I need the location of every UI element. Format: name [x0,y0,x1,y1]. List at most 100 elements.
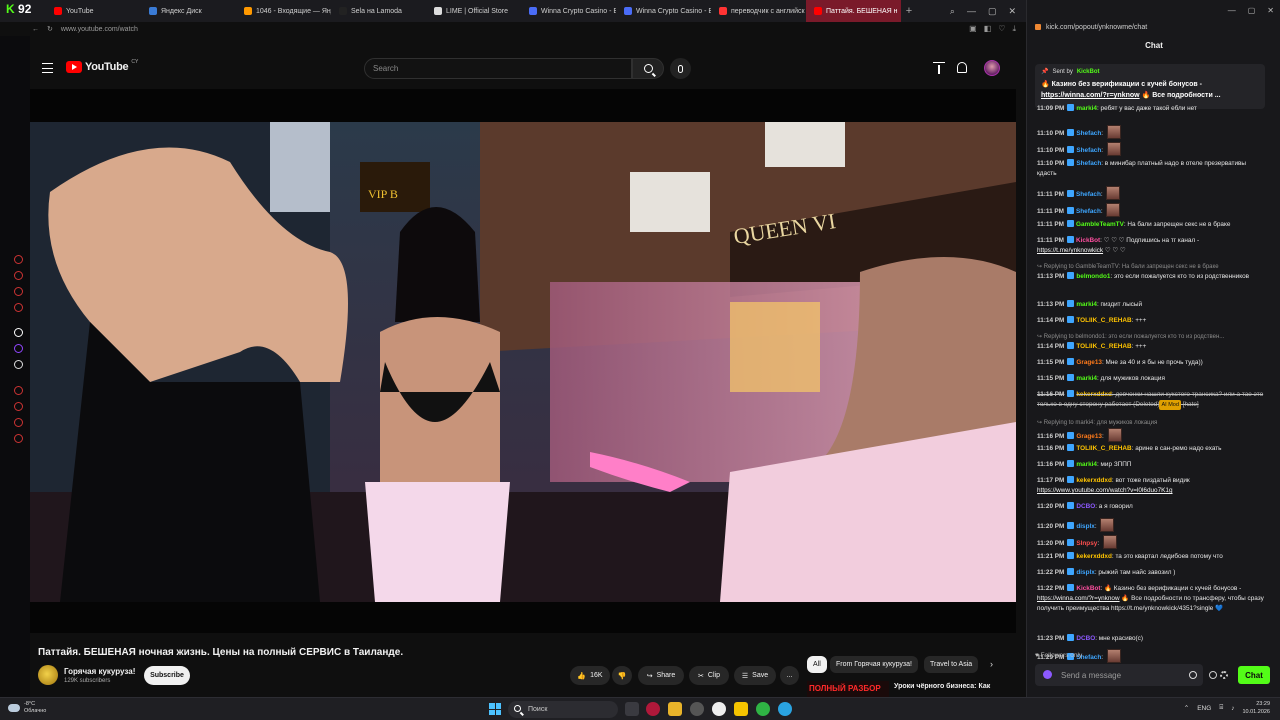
volume-icon[interactable]: ♪ [1231,705,1234,712]
message-username[interactable]: Grage13 [1076,433,1102,440]
save-button[interactable]: ☰ Save [734,666,776,685]
chat-message[interactable]: 11:14 PM TOLIIK_C_REHAB: +++ [1037,342,1265,352]
network-icon[interactable]: ⌸ [1219,704,1223,712]
browser-tab[interactable]: Паттайя. БЕШЕНАЯ н [806,0,901,22]
sticky-notes-icon[interactable] [734,702,748,716]
browser-tab[interactable]: 1046 - Входящие — Янд [236,0,331,22]
sidebar-app-icon[interactable] [14,402,23,411]
chat-message[interactable]: 11:10 PM Shefach: в минибар платный надо … [1037,159,1265,179]
weather-widget[interactable]: -8°C Облачно [8,701,46,715]
chat-message[interactable]: 11:11 PM Shefach: [1037,203,1265,217]
up-next-title[interactable]: Уроки чёрного бизнеса: Как [894,683,990,690]
chat-message[interactable]: 11:10 PM Shefach: [1037,142,1265,156]
spotify-icon[interactable] [756,702,770,716]
send-chat-button[interactable]: Chat [1238,666,1270,684]
chat-url-text[interactable]: kick.com/popout/ynknowme/chat [1046,24,1147,31]
chat-message[interactable]: 11:13 PM marki4: пиздит лысый [1037,300,1265,310]
search-icon[interactable]: ⌕ [950,6,955,17]
account-avatar[interactable] [984,60,1000,76]
video-player[interactable]: QUEEN VI VIP B [30,89,1016,633]
taskbar-search[interactable]: Поиск [508,701,618,718]
minimize-icon[interactable]: — [1228,6,1236,15]
clock[interactable]: 23:29 10.01.2026 [1242,700,1270,716]
filter-chip[interactable]: All [807,656,827,673]
chat-message[interactable]: 11:21 PM kekerxddxd: та это квартал ледиб… [1037,552,1265,562]
tray-chevron-icon[interactable]: ⌃ [1184,704,1189,712]
message-username[interactable]: DCBO [1076,503,1095,510]
language-indicator[interactable]: ENG [1197,705,1211,712]
message-username[interactable]: kekerxddxd [1076,553,1112,560]
message-input[interactable]: Send a message [1035,664,1203,686]
download-icon[interactable]: ⤓ [1012,24,1016,34]
notifications-icon[interactable] [957,62,967,73]
chat-message[interactable]: 11:17 PM kekerxddxd: вот тоже пиздатый ви… [1037,476,1265,496]
chat-message[interactable]: 11:22 PM KickBot: 🔥 Казино без верификаци… [1037,584,1265,614]
x-sidebar-icon[interactable] [14,360,23,369]
message-username[interactable]: marki4 [1076,301,1097,308]
chat-message[interactable]: 11:23 PM DCBO: мне красиво(с) [1037,634,1265,644]
back-icon[interactable]: ← [32,26,39,33]
close-icon[interactable]: ✕ [1267,6,1274,15]
maximize-icon[interactable]: ▢ [988,6,997,17]
chat-message[interactable]: 11:16 PM marki4: мир ЗППП [1037,460,1265,470]
browser-tab[interactable]: переводчик с английск [711,0,806,22]
chat-message[interactable]: 11:20 PM DCBO: а я говорил [1037,502,1265,512]
pinned-message[interactable]: 📌 Sent by KickBot 🔥 Казино без верификац… [1035,64,1265,109]
message-username[interactable]: kekerxddxd [1076,477,1112,484]
message-link[interactable]: https://t.me/ynknowkick [1037,247,1103,254]
sidebar-app-icon[interactable] [14,386,23,395]
address-bar[interactable]: ← ↻ www.youtube.com/watch ▣ ◧ ♡ ⤓ [32,22,1026,36]
message-username[interactable]: TOLIIK_C_REHAB [1076,445,1131,452]
message-username[interactable]: Shefach [1076,208,1101,215]
pinned-link[interactable]: https://winna.com/?r=ynknow [1041,92,1140,99]
chat-message[interactable]: 11:14 PM TOLIIK_C_REHAB: +++ [1037,316,1265,326]
settings-sidebar-icon[interactable] [14,434,23,443]
sidebar-app-icon[interactable] [14,303,23,312]
message-username[interactable]: Shefach [1076,160,1101,167]
message-username[interactable]: DCBO [1076,635,1095,642]
kick-emote-icon[interactable] [1043,670,1052,679]
new-tab-button[interactable]: + [901,3,917,19]
reload-icon[interactable]: ↻ [47,25,53,33]
up-next-thumbnail[interactable]: ПОЛНЫЙ РАЗБОР [807,681,889,697]
browser-tab[interactable]: LIME | Official Store [426,0,521,22]
chat-message[interactable]: 11:13 PM belmondo1: это если пожалуется к… [1037,272,1265,282]
bookmark-icon[interactable]: ▣ [969,24,977,34]
maximize-icon[interactable]: ▢ [1248,6,1256,15]
chat-message[interactable]: 11:11 PM Shefach: [1037,186,1265,200]
chat-address-bar[interactable]: kick.com/popout/ynknowme/chat [1027,20,1280,34]
telegram-icon[interactable] [778,702,792,716]
channel-name[interactable]: Горячая кукуруза! [64,667,135,676]
sidebar-app-icon[interactable] [14,255,23,264]
chat-message[interactable]: 11:20 PM Slnpsy: [1037,535,1265,549]
start-button[interactable] [489,703,501,715]
browser-tab[interactable]: YouTube [46,0,141,22]
chat-reply-context[interactable]: ↪ Replying to belmondo1: это если пожалу… [1037,332,1265,342]
browser-tab[interactable]: Sela на Lamoda [331,0,426,22]
voice-search-button[interactable] [670,58,691,79]
message-username[interactable]: Shefach [1076,130,1101,137]
browser-tab[interactable]: Winna Crypto Casino - Be [521,0,616,22]
message-link[interactable]: https://www.youtube.com/watch?v=l0l6duo7… [1037,487,1173,494]
chat-settings-icon[interactable] [1220,671,1228,679]
chat-message[interactable]: 11:22 PM displx: рыжий там найс завозил ) [1037,568,1265,578]
close-icon[interactable]: ✕ [1008,6,1016,17]
chat-message[interactable]: 11:15 PM marki4: для мужиков локация [1037,374,1265,384]
video-frame[interactable]: QUEEN VI VIP B [30,122,1016,602]
message-link[interactable]: https://winna.com/?r=ynknow [1037,595,1120,602]
filter-chip[interactable]: From Горячая кукуруза! [830,656,918,673]
like-button[interactable]: 👍 16K [570,666,610,685]
chat-message[interactable]: 11:15 PM Grage13: Мне за 40 и я бы не про… [1037,358,1265,368]
search-button[interactable] [632,58,664,79]
chat-message[interactable]: 11:20 PM displx: [1037,518,1265,532]
message-username[interactable]: TOLIIK_C_REHAB [1076,317,1131,324]
youtube-logo[interactable]: YouTube CY [66,59,138,73]
search-input[interactable]: Search [364,58,632,79]
task-view-icon[interactable] [625,702,639,716]
more-actions-button[interactable]: ... [780,666,799,685]
clip-button[interactable]: ✂ Clip [689,666,729,685]
sidebar-app-icon[interactable] [14,287,23,296]
url-text[interactable]: www.youtube.com/watch [61,26,138,33]
message-username[interactable]: displx [1076,523,1094,530]
chat-message[interactable]: 11:16 PM kekerxddxd: девчонки нашли кукст… [1037,390,1265,410]
